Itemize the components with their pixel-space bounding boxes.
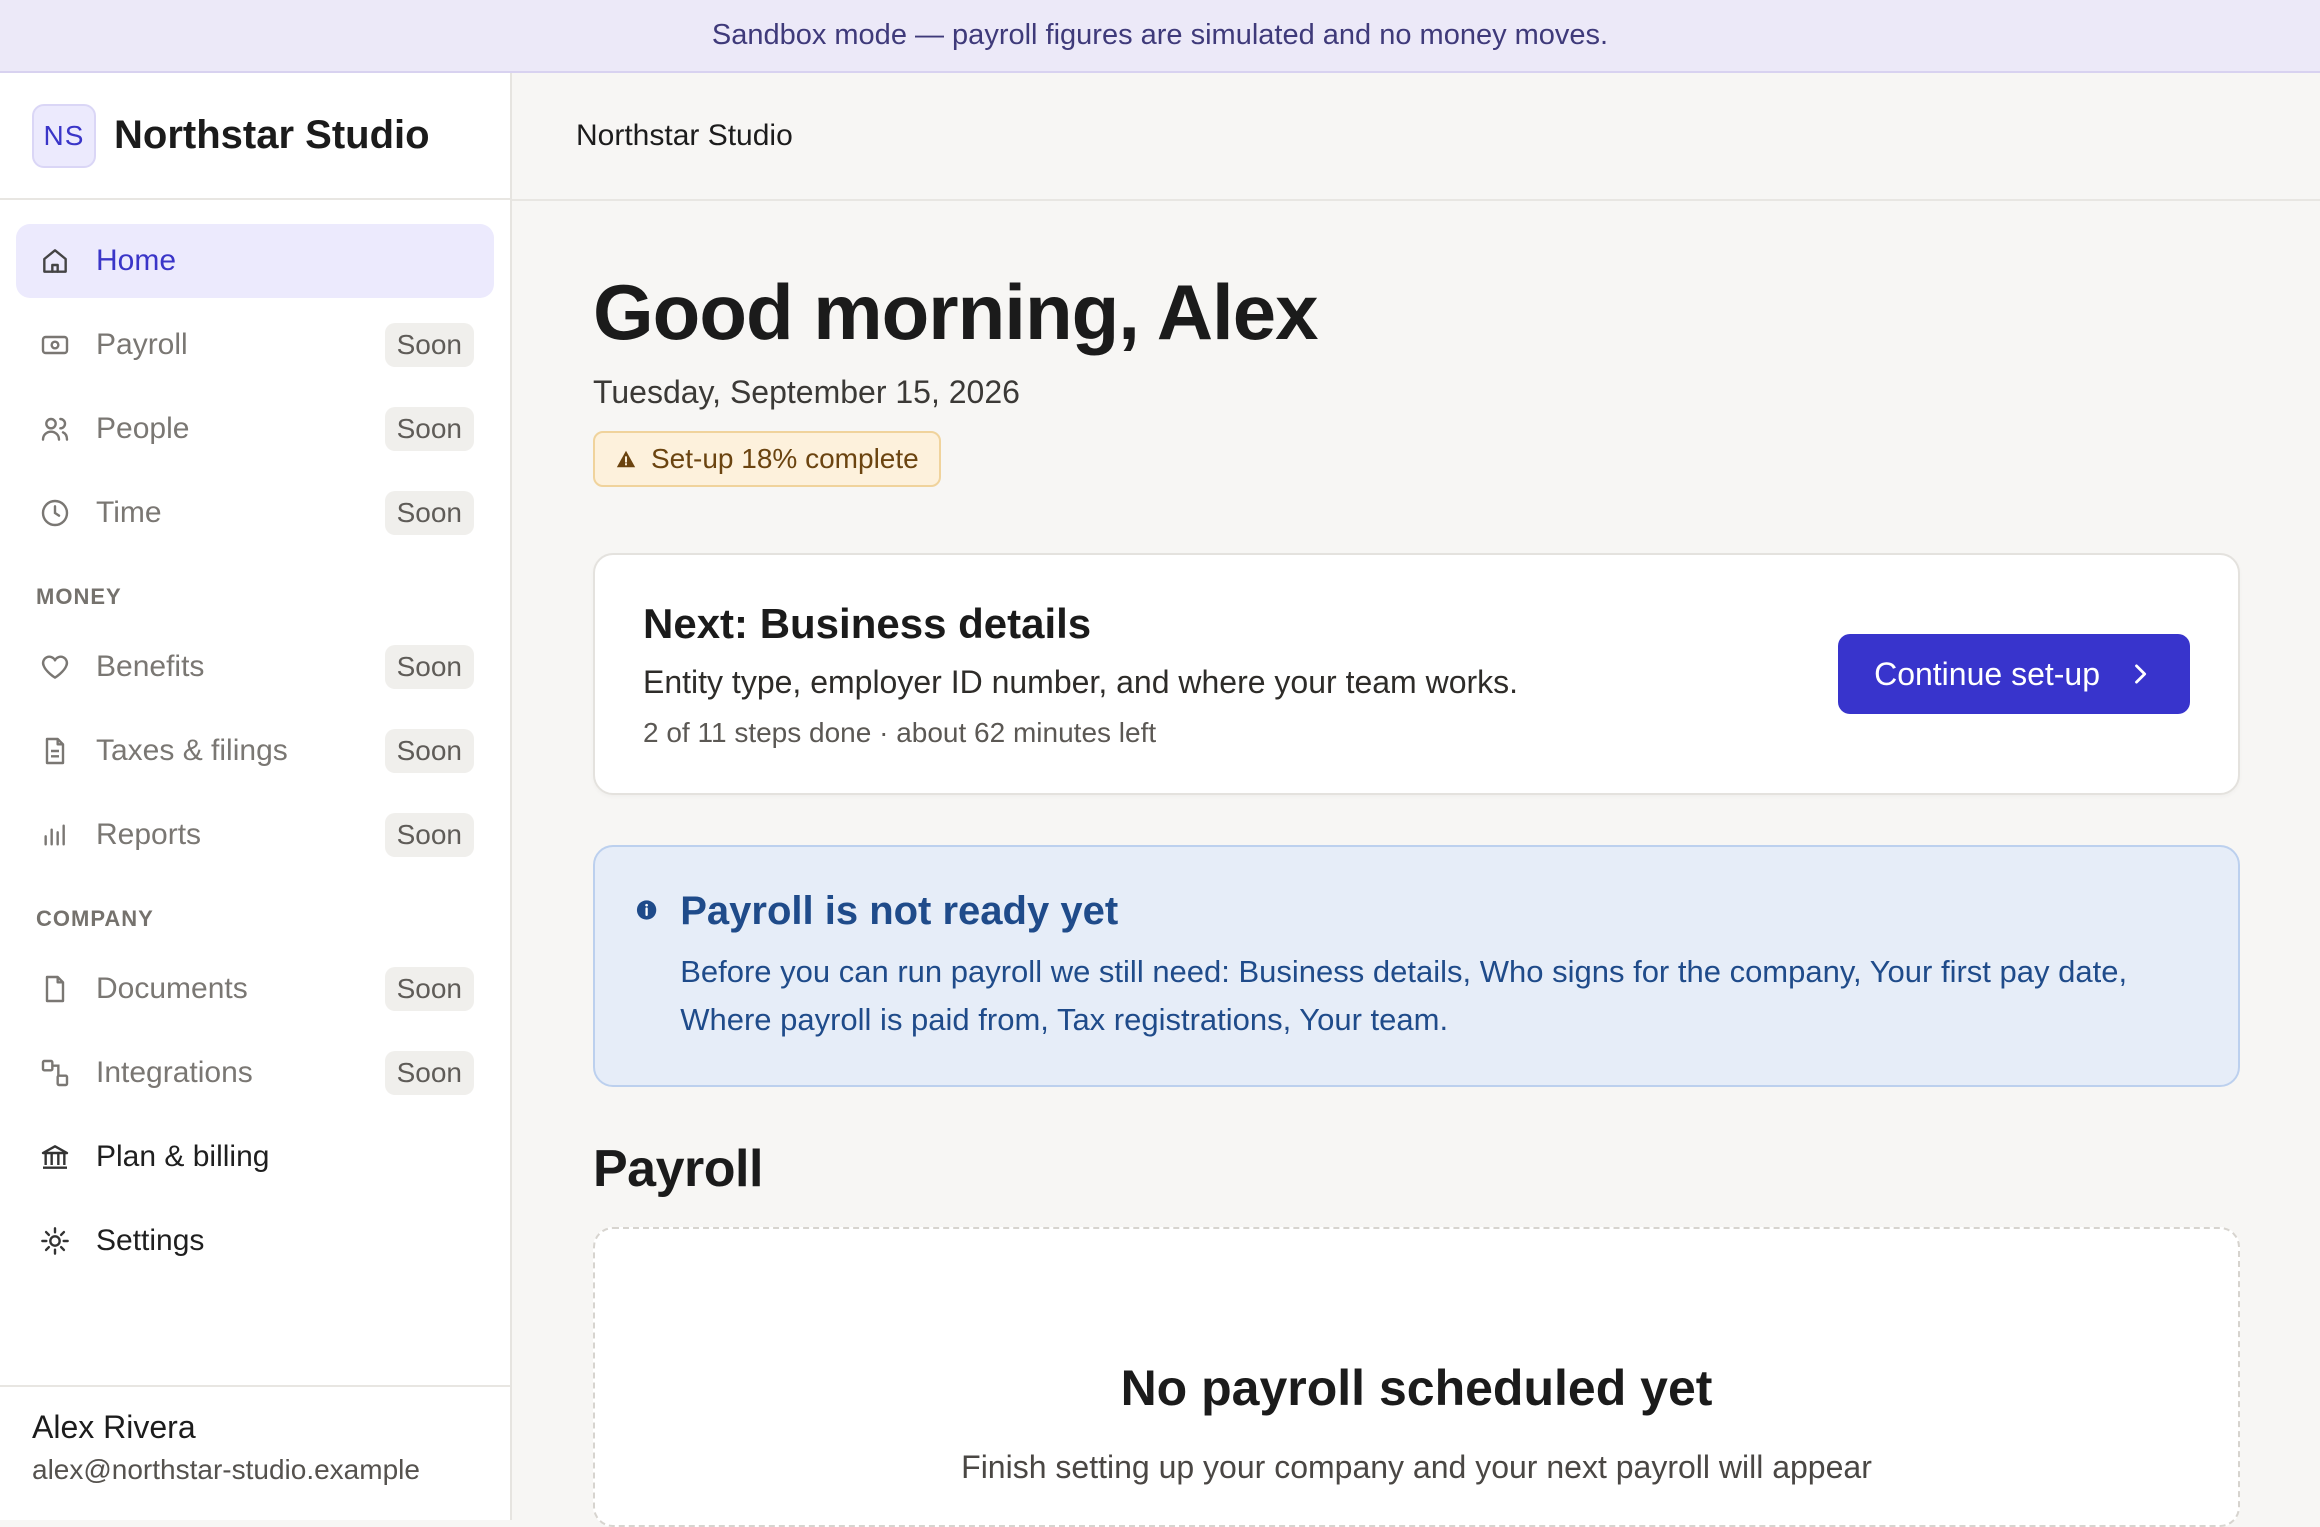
next-step-card: Next: Business details Entity type, empl… (593, 553, 2240, 795)
soon-badge: Soon (384, 323, 474, 367)
soon-badge: Soon (384, 813, 474, 857)
empty-state-title: No payroll scheduled yet (1120, 1360, 1713, 1416)
sidebar-item-plan-billing[interactable]: Plan & billing (16, 1120, 494, 1194)
sidebar-item-people[interactable]: People Soon (16, 392, 494, 466)
sidebar-item-label: Home (96, 244, 177, 277)
soon-badge: Soon (384, 729, 474, 773)
sidebar-item-label: Time (96, 496, 162, 529)
current-date: Tuesday, September 15, 2026 (593, 374, 1020, 410)
section-label-money: MONEY (36, 584, 122, 609)
sidebar-item-label: Payroll (96, 328, 188, 361)
soon-badge: Soon (384, 645, 474, 689)
people-icon (38, 412, 72, 446)
soon-badge: Soon (384, 1051, 474, 1095)
user-email: alex@northstar-studio.example (32, 1454, 420, 1485)
sidebar-item-label: Reports (96, 818, 202, 851)
info-icon (636, 900, 657, 920)
sidebar-item-payroll[interactable]: Payroll Soon (16, 308, 494, 382)
section-label-company: COMPANY (36, 906, 154, 931)
sidebar-item-label: Benefits (96, 650, 205, 683)
sidebar-item-taxes[interactable]: Taxes & filings Soon (16, 714, 494, 788)
alert-body: Before you can run payroll we still need… (680, 954, 2128, 1037)
empty-state-body: Finish setting up your company and your … (961, 1449, 1872, 1485)
chevron-right-icon (2135, 664, 2147, 684)
brand-logo: NS (32, 103, 96, 168)
sidebar-item-home[interactable]: Home (16, 224, 494, 298)
sidebar-item-label: People (96, 412, 190, 445)
integrations-icon (38, 1056, 72, 1090)
home-icon (38, 244, 72, 278)
heart-icon (38, 650, 72, 684)
next-step-title: Next: Business details (643, 599, 1092, 647)
sidebar-item-integrations[interactable]: Integrations Soon (16, 1036, 494, 1110)
main-content: Good morning, Alex Tuesday, September 15… (593, 201, 2240, 1527)
warning-icon (616, 450, 636, 468)
sidebar-item-label: Documents (96, 972, 248, 1005)
topbar-title: Northstar Studio (576, 119, 793, 152)
document-icon (38, 734, 72, 768)
setup-progress-text: Set-up 18% complete (651, 443, 919, 474)
continue-setup-button[interactable]: Continue set-up (1838, 634, 2190, 714)
sidebar-item-label: Settings (96, 1224, 205, 1257)
banknote-icon (38, 328, 72, 362)
soon-badge: Soon (384, 491, 474, 535)
setup-progress-badge: Set-up 18% complete (593, 431, 941, 487)
soon-badge: Soon (384, 967, 474, 1011)
page-title: Good morning, Alex (593, 268, 1318, 356)
sidebar-item-documents[interactable]: Documents Soon (16, 952, 494, 1026)
gear-icon (38, 1224, 72, 1258)
clock-icon (38, 496, 72, 530)
sandbox-banner: Sandbox mode — payroll figures are simul… (0, 0, 2320, 73)
sandbox-banner-text: Sandbox mode — payroll figures are simul… (711, 19, 1609, 51)
sidebar-item-settings[interactable]: Settings (16, 1204, 494, 1278)
next-step-description: Entity type, employer ID number, and whe… (643, 663, 1519, 700)
payroll-section-title: Payroll (593, 1140, 763, 1198)
topbar: Northstar Studio (512, 73, 2320, 201)
alert-title: Payroll is not ready yet (680, 889, 1119, 933)
sidebar: NS Northstar Studio Home Payroll Soon Pe… (0, 73, 512, 1520)
sidebar-item-reports[interactable]: Reports Soon (16, 798, 494, 872)
brand[interactable]: NS Northstar Studio (0, 73, 510, 200)
sidebar-item-label: Integrations (96, 1056, 253, 1089)
sidebar-item-label: Taxes & filings (96, 734, 288, 767)
user-name: Alex Rivera (32, 1409, 196, 1445)
bar-chart-icon (38, 818, 72, 852)
next-step-meta: 2 of 11 steps done · about 62 minutes le… (643, 716, 1157, 748)
user-profile[interactable]: Alex Rivera alex@northstar-studio.exampl… (0, 1385, 510, 1520)
sidebar-item-label: Plan & billing (96, 1140, 270, 1173)
brand-name: Northstar Studio (114, 113, 430, 157)
soon-badge: Soon (384, 407, 474, 451)
sidebar-nav: Home Payroll Soon People Soon Time Soon … (0, 200, 510, 1278)
sidebar-item-benefits[interactable]: Benefits Soon (16, 630, 494, 704)
payroll-empty-state: No payroll scheduled yet Finish setting … (593, 1227, 2240, 1527)
bank-icon (38, 1140, 72, 1174)
payroll-not-ready-alert: Payroll is not ready yet Before you can … (593, 845, 2240, 1087)
file-icon (38, 972, 72, 1006)
continue-setup-label: Continue set-up (1874, 655, 2100, 692)
sidebar-item-time[interactable]: Time Soon (16, 476, 494, 550)
